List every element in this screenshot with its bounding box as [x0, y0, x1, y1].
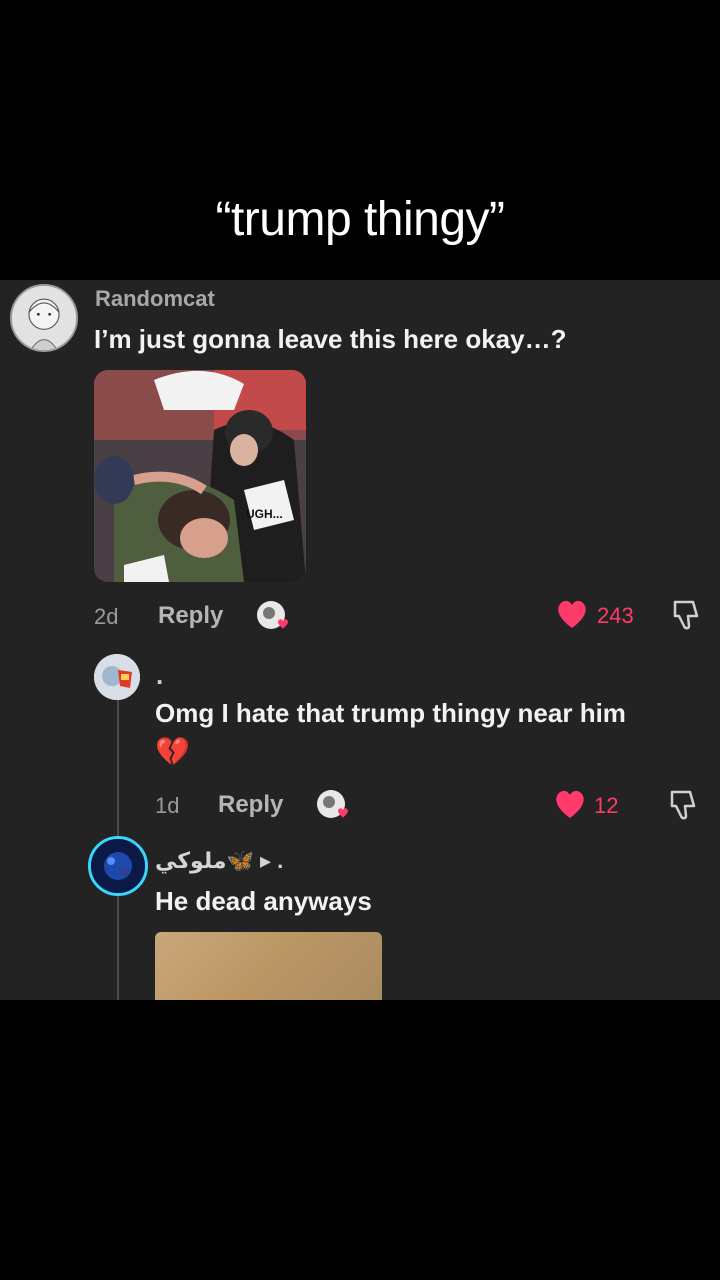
reply-username[interactable]: ملوكي🦋 ▸ .	[155, 848, 283, 874]
comments-panel: Randomcat I’m just gonna leave this here…	[0, 280, 720, 1000]
reply-username[interactable]: .	[156, 660, 163, 691]
thread-line	[117, 700, 119, 840]
dislike-icon[interactable]	[666, 788, 700, 822]
reply-button[interactable]: Reply	[218, 791, 283, 819]
comment-image[interactable]: UGH...	[94, 370, 306, 582]
reply-age: 1d	[155, 793, 180, 818]
comment-age: 2d	[94, 604, 119, 629]
comment-text: I’m just gonna leave this here okay…?	[94, 324, 567, 354]
like-count: 12	[594, 793, 619, 818]
manga-sfx-text: UGH...	[246, 507, 283, 521]
comment-username[interactable]: Randomcat	[95, 286, 215, 312]
reply-button[interactable]: Reply	[158, 602, 223, 630]
thread-line	[117, 896, 119, 1000]
reply-text: He dead anyways	[155, 886, 372, 916]
heart-icon[interactable]	[555, 598, 589, 630]
creator-liked-avatar-icon	[257, 601, 288, 629]
broken-heart-emoji: 💔	[155, 736, 190, 767]
reply-user-avatar[interactable]	[94, 654, 140, 700]
reply-text: Omg I hate that trump thingy near him	[155, 698, 626, 728]
creator-liked-avatar-icon	[317, 790, 348, 818]
heart-icon[interactable]	[553, 788, 587, 820]
video-caption: “trump thingy”	[215, 193, 505, 246]
dislike-icon[interactable]	[669, 598, 703, 632]
user-avatar[interactable]	[10, 284, 78, 352]
reply-image-attachment[interactable]	[155, 932, 382, 1000]
like-count: 243	[597, 603, 634, 628]
reply-user-avatar[interactable]	[88, 836, 148, 896]
